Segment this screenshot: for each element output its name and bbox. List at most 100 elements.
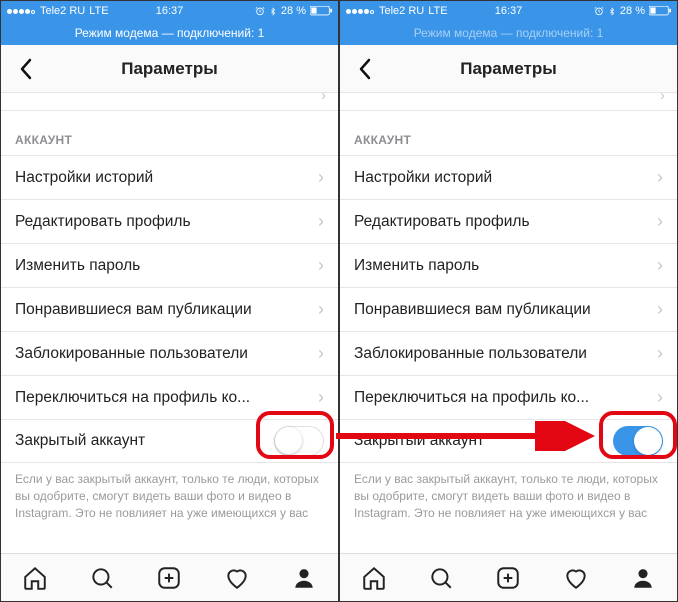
phone-screenshot-left: Tele2 RU LTE 16:37 28 % Режим модема — п… — [1, 1, 338, 601]
back-button[interactable] — [9, 45, 43, 92]
row-switch-profile[interactable]: Переключиться на профиль ко... › — [340, 375, 677, 419]
chevron-right-icon: › — [318, 167, 324, 188]
row-label: Понравившиеся вам публикации — [354, 301, 591, 319]
chevron-right-icon: › — [321, 93, 326, 104]
chevron-right-icon: › — [318, 299, 324, 320]
tab-bar — [340, 553, 677, 601]
row-label: Закрытый аккаунт — [354, 432, 484, 450]
row-change-password[interactable]: Изменить пароль › — [340, 243, 677, 287]
battery-icon — [310, 6, 332, 16]
back-button[interactable] — [348, 45, 382, 92]
settings-list: Настройки историй › Редактировать профиль… — [1, 155, 338, 463]
network-label: LTE — [428, 5, 447, 17]
settings-list: Настройки историй › Редактировать профиль… — [340, 155, 677, 463]
nav-bar: Параметры — [340, 45, 677, 93]
row-edit-profile[interactable]: Редактировать профиль› — [340, 199, 677, 243]
alarm-icon — [255, 6, 265, 16]
signal-dots-icon — [346, 5, 375, 17]
home-icon — [361, 565, 387, 591]
chevron-right-icon: › — [657, 211, 663, 232]
row-label: Переключиться на профиль ко... — [354, 389, 589, 407]
search-icon — [89, 565, 115, 591]
chevron-left-icon — [358, 58, 372, 80]
tab-add[interactable] — [491, 561, 525, 595]
partial-row-above[interactable]: › — [1, 93, 338, 111]
status-bar: Tele2 RU LTE 16:37 28 % — [340, 1, 677, 21]
row-label: Заблокированные пользователи — [354, 345, 587, 363]
partial-row-above[interactable]: › — [340, 93, 677, 111]
row-story-settings[interactable]: Настройки историй › — [1, 155, 338, 199]
chevron-right-icon: › — [660, 93, 665, 104]
heart-icon — [224, 565, 250, 591]
battery-pct-label: 28 % — [281, 5, 306, 17]
search-icon — [428, 565, 454, 591]
row-story-settings[interactable]: Настройки историй › — [340, 155, 677, 199]
tab-profile[interactable] — [287, 561, 321, 595]
row-blocked-users[interactable]: Заблокированные пользователи › — [340, 331, 677, 375]
chevron-right-icon: › — [657, 167, 663, 188]
bluetooth-icon — [608, 6, 616, 17]
add-post-icon — [156, 565, 182, 591]
battery-icon — [649, 6, 671, 16]
footer-explanation: Если у вас закрытый аккаунт, только те л… — [340, 463, 677, 521]
profile-icon — [630, 565, 656, 591]
battery-pct-label: 28 % — [620, 5, 645, 17]
row-label: Редактировать профиль — [15, 213, 191, 231]
tab-activity[interactable] — [559, 561, 593, 595]
row-switch-profile[interactable]: Переключиться на профиль ко... › — [1, 375, 338, 419]
row-liked-posts[interactable]: Понравившиеся вам публикации › — [1, 287, 338, 331]
nav-bar: Параметры — [1, 45, 338, 93]
signal-dots-icon — [7, 5, 36, 17]
chevron-right-icon: › — [657, 299, 663, 320]
tab-activity[interactable] — [220, 561, 254, 595]
chevron-right-icon: › — [318, 343, 324, 364]
hotspot-bar[interactable]: Режим модема — подключений: 1 — [340, 21, 677, 45]
bluetooth-icon — [269, 6, 277, 17]
chevron-left-icon — [19, 58, 33, 80]
row-change-password[interactable]: Изменить пароль › — [1, 243, 338, 287]
private-account-toggle[interactable] — [274, 426, 324, 456]
tab-home[interactable] — [357, 561, 391, 595]
carrier-label: Tele2 RU — [40, 5, 85, 17]
row-label: Изменить пароль — [354, 257, 479, 275]
network-label: LTE — [89, 5, 108, 17]
status-bar: Tele2 RU LTE 16:37 28 % — [1, 1, 338, 21]
row-label: Настройки историй — [354, 169, 492, 187]
row-private-account: Закрытый аккаунт — [340, 419, 677, 463]
page-title: Параметры — [121, 59, 218, 79]
tab-search[interactable] — [424, 561, 458, 595]
chevron-right-icon: › — [657, 255, 663, 276]
phone-screenshot-right: Tele2 RU LTE 16:37 28 % Режим модема — п… — [340, 1, 677, 601]
row-label: Изменить пароль — [15, 257, 140, 275]
row-label: Настройки историй — [15, 169, 153, 187]
row-label: Закрытый аккаунт — [15, 432, 145, 450]
chevron-right-icon: › — [657, 387, 663, 408]
section-header-account: АККАУНТ — [1, 111, 338, 155]
chevron-right-icon: › — [318, 255, 324, 276]
row-liked-posts[interactable]: Понравившиеся вам публикации › — [340, 287, 677, 331]
hotspot-bar[interactable]: Режим модема — подключений: 1 — [1, 21, 338, 45]
alarm-icon — [594, 6, 604, 16]
profile-icon — [291, 565, 317, 591]
row-label: Заблокированные пользователи — [15, 345, 248, 363]
private-account-toggle[interactable] — [613, 426, 663, 456]
row-label: Переключиться на профиль ко... — [15, 389, 250, 407]
tab-home[interactable] — [18, 561, 52, 595]
chevron-right-icon: › — [318, 387, 324, 408]
heart-icon — [563, 565, 589, 591]
row-edit-profile[interactable]: Редактировать профиль › — [1, 199, 338, 243]
add-post-icon — [495, 565, 521, 591]
carrier-label: Tele2 RU — [379, 5, 424, 17]
section-header-account: АККАУНТ — [340, 111, 677, 155]
tab-bar — [1, 553, 338, 601]
chevron-right-icon: › — [657, 343, 663, 364]
tab-add[interactable] — [152, 561, 186, 595]
chevron-right-icon: › — [318, 211, 324, 232]
tab-profile[interactable] — [626, 561, 660, 595]
tab-search[interactable] — [85, 561, 119, 595]
footer-explanation: Если у вас закрытый аккаунт, только те л… — [1, 463, 338, 521]
home-icon — [22, 565, 48, 591]
row-blocked-users[interactable]: Заблокированные пользователи › — [1, 331, 338, 375]
page-title: Параметры — [460, 59, 557, 79]
row-label: Понравившиеся вам публикации — [15, 301, 252, 319]
